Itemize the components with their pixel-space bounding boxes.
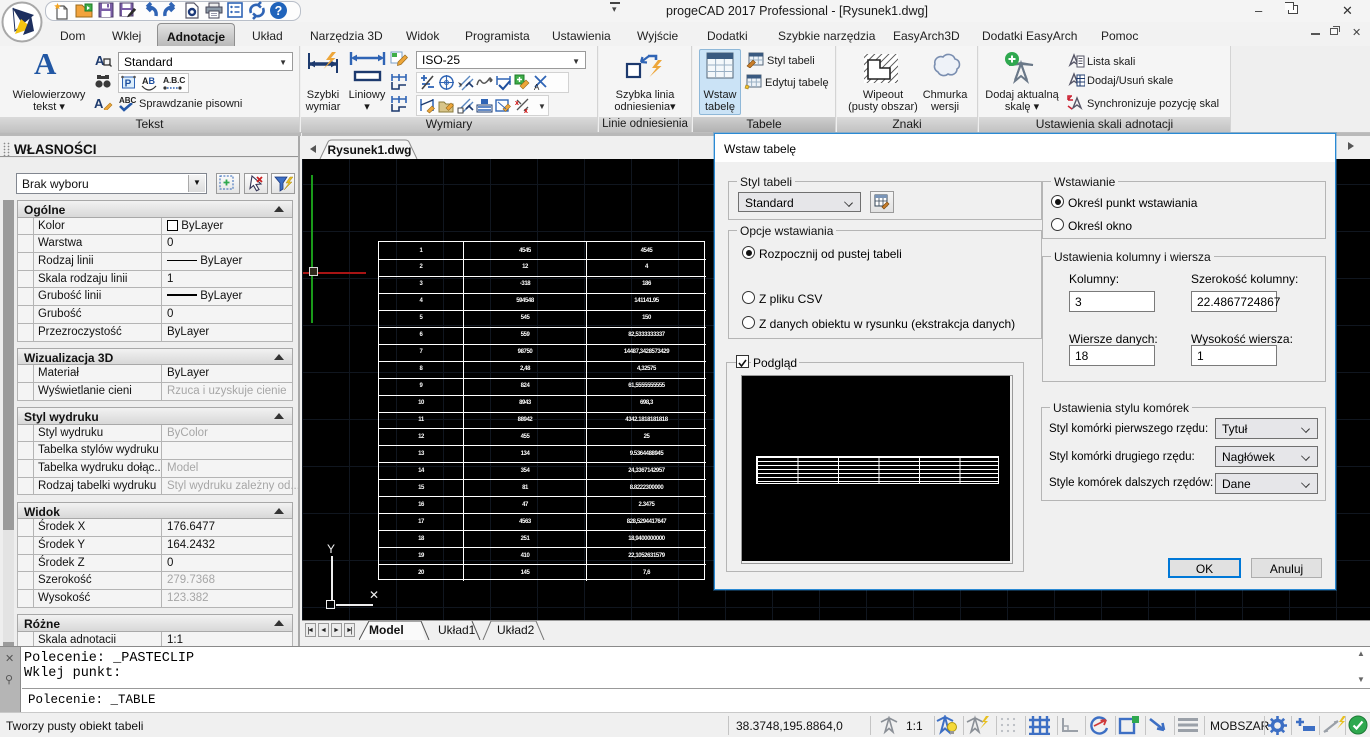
svg-text:x: x (515, 100, 519, 107)
svg-text:P: P (125, 79, 132, 90)
svg-text:x: x (524, 108, 528, 114)
svg-text:A: A (534, 83, 540, 91)
svg-text:?: ? (275, 4, 283, 18)
